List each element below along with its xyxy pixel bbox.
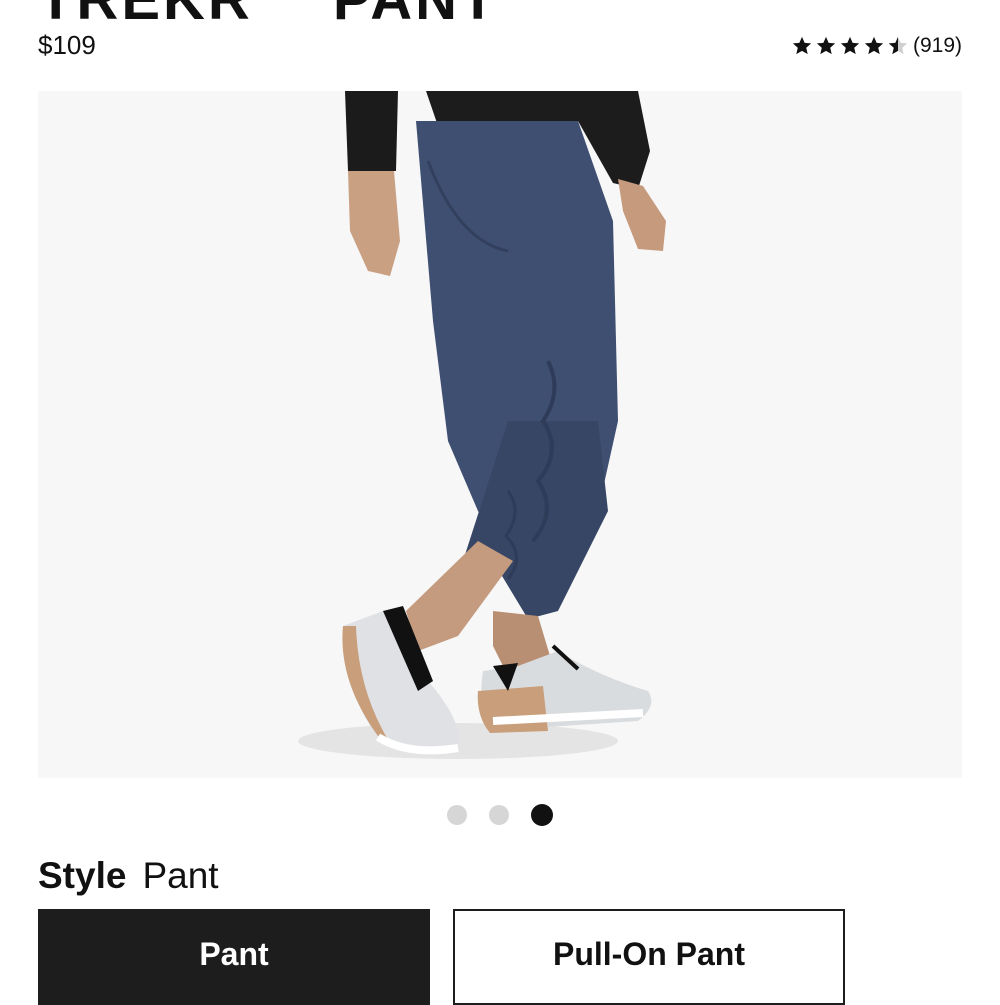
rating-count[interactable]: (919) — [913, 34, 962, 58]
style-selected-value: Pant — [142, 855, 219, 896]
half-star-icon — [888, 36, 908, 55]
carousel-dot-3[interactable] — [531, 804, 553, 826]
product-rating[interactable]: (919) — [791, 34, 962, 58]
carousel-dot-2[interactable] — [489, 805, 509, 825]
product-price: $109 — [38, 30, 96, 60]
style-option-pull-on-pant[interactable]: Pull-On Pant — [453, 909, 845, 1005]
style-label: Style — [38, 855, 127, 896]
star-icon — [792, 36, 812, 55]
style-option-label: Pant — [199, 936, 269, 972]
carousel-dot-1[interactable] — [447, 805, 467, 825]
rating-stars — [791, 35, 909, 57]
style-option-label: Pull-On Pant — [553, 936, 745, 972]
carousel-dots — [0, 804, 1000, 826]
star-icon — [864, 36, 884, 55]
style-selector-heading: Style Pant — [38, 855, 219, 897]
product-photo-pants-side-view — [38, 91, 962, 778]
star-icon — [840, 36, 860, 55]
product-title: TREKR™ PANT — [38, 0, 498, 33]
product-photo[interactable] — [38, 91, 962, 778]
style-option-pant[interactable]: Pant — [38, 909, 430, 1005]
star-icon — [816, 36, 836, 55]
